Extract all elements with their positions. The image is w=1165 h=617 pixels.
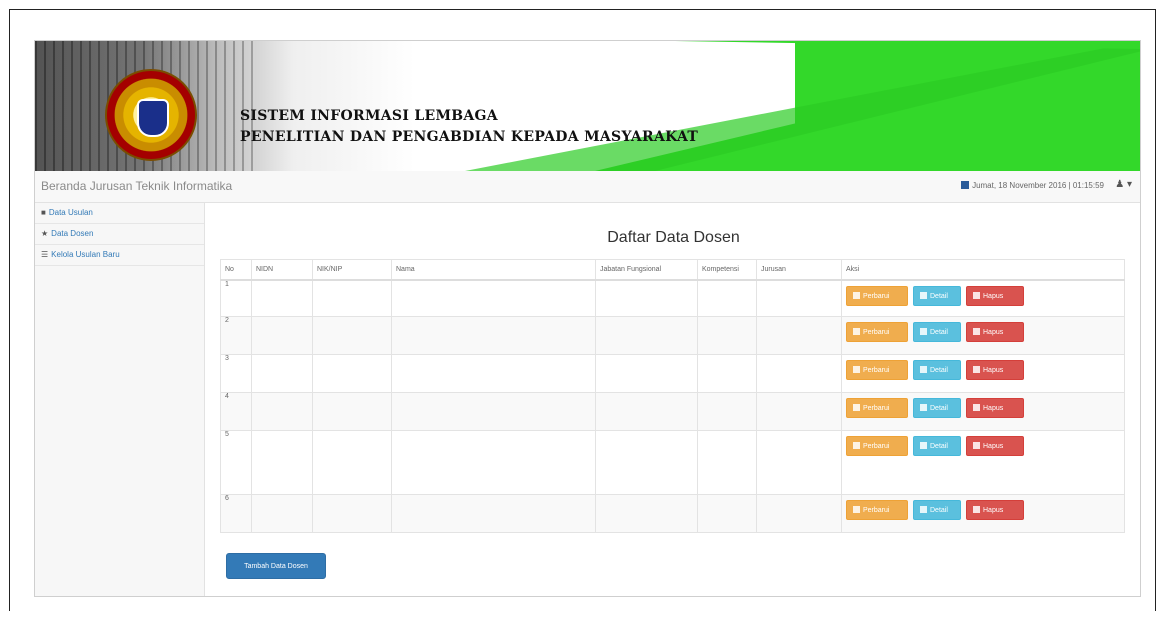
trash-icon	[973, 403, 980, 411]
list-icon	[920, 292, 927, 299]
edit-icon	[853, 365, 860, 373]
col-no: No	[220, 259, 252, 281]
delete-button[interactable]: Hapus	[966, 286, 1024, 306]
delete-button[interactable]: Hapus	[966, 499, 1024, 520]
table-row: 2 Perbarui Detail Hapus	[220, 315, 1125, 355]
col-nik-nip: NIK/NIP	[312, 259, 392, 281]
calendar-icon	[961, 181, 970, 189]
sidebar-item-data-dosen[interactable]: ★ Data Dosen	[35, 224, 204, 245]
detail-button[interactable]: Detail	[913, 435, 961, 456]
trash-icon	[973, 327, 980, 335]
col-kompetensi: Kompetensi	[697, 259, 757, 281]
star-icon: ★	[41, 229, 49, 238]
col-jurusan: Jurusan	[756, 259, 842, 281]
sidebar-item-data-usulan[interactable]: ■ Data Usulan	[35, 203, 204, 224]
sidebar-item-label: Data Usulan	[48, 208, 93, 217]
row-actions: Perbarui Detail Hapus	[841, 493, 1125, 533]
list-icon	[920, 441, 927, 449]
navbar: Beranda Jurusan Teknik Informatika Jumat…	[35, 171, 1140, 203]
user-icon: ♟	[1115, 179, 1125, 190]
row-actions: Perbarui Detail Hapus	[841, 429, 1125, 495]
edit-button[interactable]: Perbarui	[846, 359, 908, 380]
user-menu[interactable]: ♟ ▾	[1115, 179, 1132, 190]
edit-button[interactable]: Perbarui	[846, 397, 908, 418]
row-actions: Perbarui Detail Hapus	[841, 391, 1125, 431]
table-row: 4 Perbarui Detail Hapus	[220, 391, 1125, 431]
trash-icon	[973, 292, 980, 299]
detail-button[interactable]: Detail	[913, 321, 961, 342]
edit-button[interactable]: Perbarui	[846, 499, 908, 520]
row-no: 4	[220, 391, 252, 431]
book-icon: ■	[41, 208, 46, 217]
edit-icon	[853, 441, 860, 449]
table-header-row: No NIDN NIK/NIP Nama Jabatan Fungsional …	[220, 259, 1125, 281]
edit-icon	[853, 403, 860, 411]
edit-button[interactable]: Perbarui	[846, 286, 908, 306]
list-icon	[920, 403, 927, 411]
add-dosen-button[interactable]: Tambah Data Dosen	[226, 553, 326, 579]
delete-button[interactable]: Hapus	[966, 397, 1024, 418]
table-row: 3 Perbarui Detail Hapus	[220, 353, 1125, 393]
edit-icon	[853, 292, 860, 299]
detail-button[interactable]: Detail	[913, 359, 961, 380]
list-icon	[920, 327, 927, 335]
col-aksi: Aksi	[841, 259, 1125, 281]
row-no: 6	[220, 493, 252, 533]
row-no: 3	[220, 353, 252, 393]
table-row: 5 Perbarui Detail Hapus	[220, 429, 1125, 495]
navbar-brand[interactable]: Beranda Jurusan Teknik Informatika	[41, 179, 232, 193]
trash-icon	[973, 505, 980, 513]
table-row: 1 Perbarui Detail Hapus	[220, 279, 1125, 317]
datetime-display: Jumat, 18 November 2016 | 01:15:59	[961, 181, 1104, 190]
page-title: Daftar Data Dosen	[607, 229, 740, 246]
university-logo	[105, 69, 197, 161]
row-no: 1	[220, 279, 252, 317]
detail-button[interactable]: Detail	[913, 499, 961, 520]
delete-button[interactable]: Hapus	[966, 321, 1024, 342]
detail-button[interactable]: Detail	[913, 286, 961, 306]
row-actions: Perbarui Detail Hapus	[841, 279, 1125, 317]
trash-icon	[973, 441, 980, 449]
list-icon: ☰	[41, 250, 49, 259]
table-row: 6 Perbarui Detail Hapus	[220, 493, 1125, 533]
col-nidn: NIDN	[251, 259, 313, 281]
dosen-table: No NIDN NIK/NIP Nama Jabatan Fungsional …	[220, 259, 1125, 533]
col-jabatan: Jabatan Fungsional	[595, 259, 698, 281]
system-title-line1: SISTEM INFORMASI LEMBAGA	[240, 108, 498, 124]
edit-button[interactable]: Perbarui	[846, 435, 908, 456]
logo-shield-icon	[137, 99, 169, 137]
header-banner: SISTEM INFORMASI LEMBAGA PENELITIAN DAN …	[35, 41, 1140, 171]
delete-button[interactable]: Hapus	[966, 359, 1024, 380]
edit-icon	[853, 505, 860, 513]
row-no: 5	[220, 429, 252, 495]
trash-icon	[973, 365, 980, 373]
row-actions: Perbarui Detail Hapus	[841, 353, 1125, 393]
browser-viewport: SISTEM INFORMASI LEMBAGA PENELITIAN DAN …	[34, 40, 1141, 597]
banner-shape	[465, 41, 1140, 171]
row-no: 2	[220, 315, 252, 355]
sidebar-item-label: Data Dosen	[51, 229, 94, 238]
row-actions: Perbarui Detail Hapus	[841, 315, 1125, 355]
edit-button[interactable]: Perbarui	[846, 321, 908, 342]
sidebar-item-kelola-usulan-baru[interactable]: ☰ Kelola Usulan Baru	[35, 245, 204, 266]
sidebar: ■ Data Usulan ★ Data Dosen ☰ Kelola Usulan …	[35, 203, 205, 596]
datetime-text: Jumat, 18 November 2016 | 01:15:59	[972, 181, 1104, 190]
detail-button[interactable]: Detail	[913, 397, 961, 418]
sidebar-item-label: Kelola Usulan Baru	[51, 250, 120, 259]
delete-button[interactable]: Hapus	[966, 435, 1024, 456]
list-icon	[920, 365, 927, 373]
col-nama: Nama	[391, 259, 596, 281]
list-icon	[920, 505, 927, 513]
edit-icon	[853, 327, 860, 335]
system-title-line2: PENELITIAN DAN PENGABDIAN KEPADA MASYARA…	[240, 129, 699, 145]
